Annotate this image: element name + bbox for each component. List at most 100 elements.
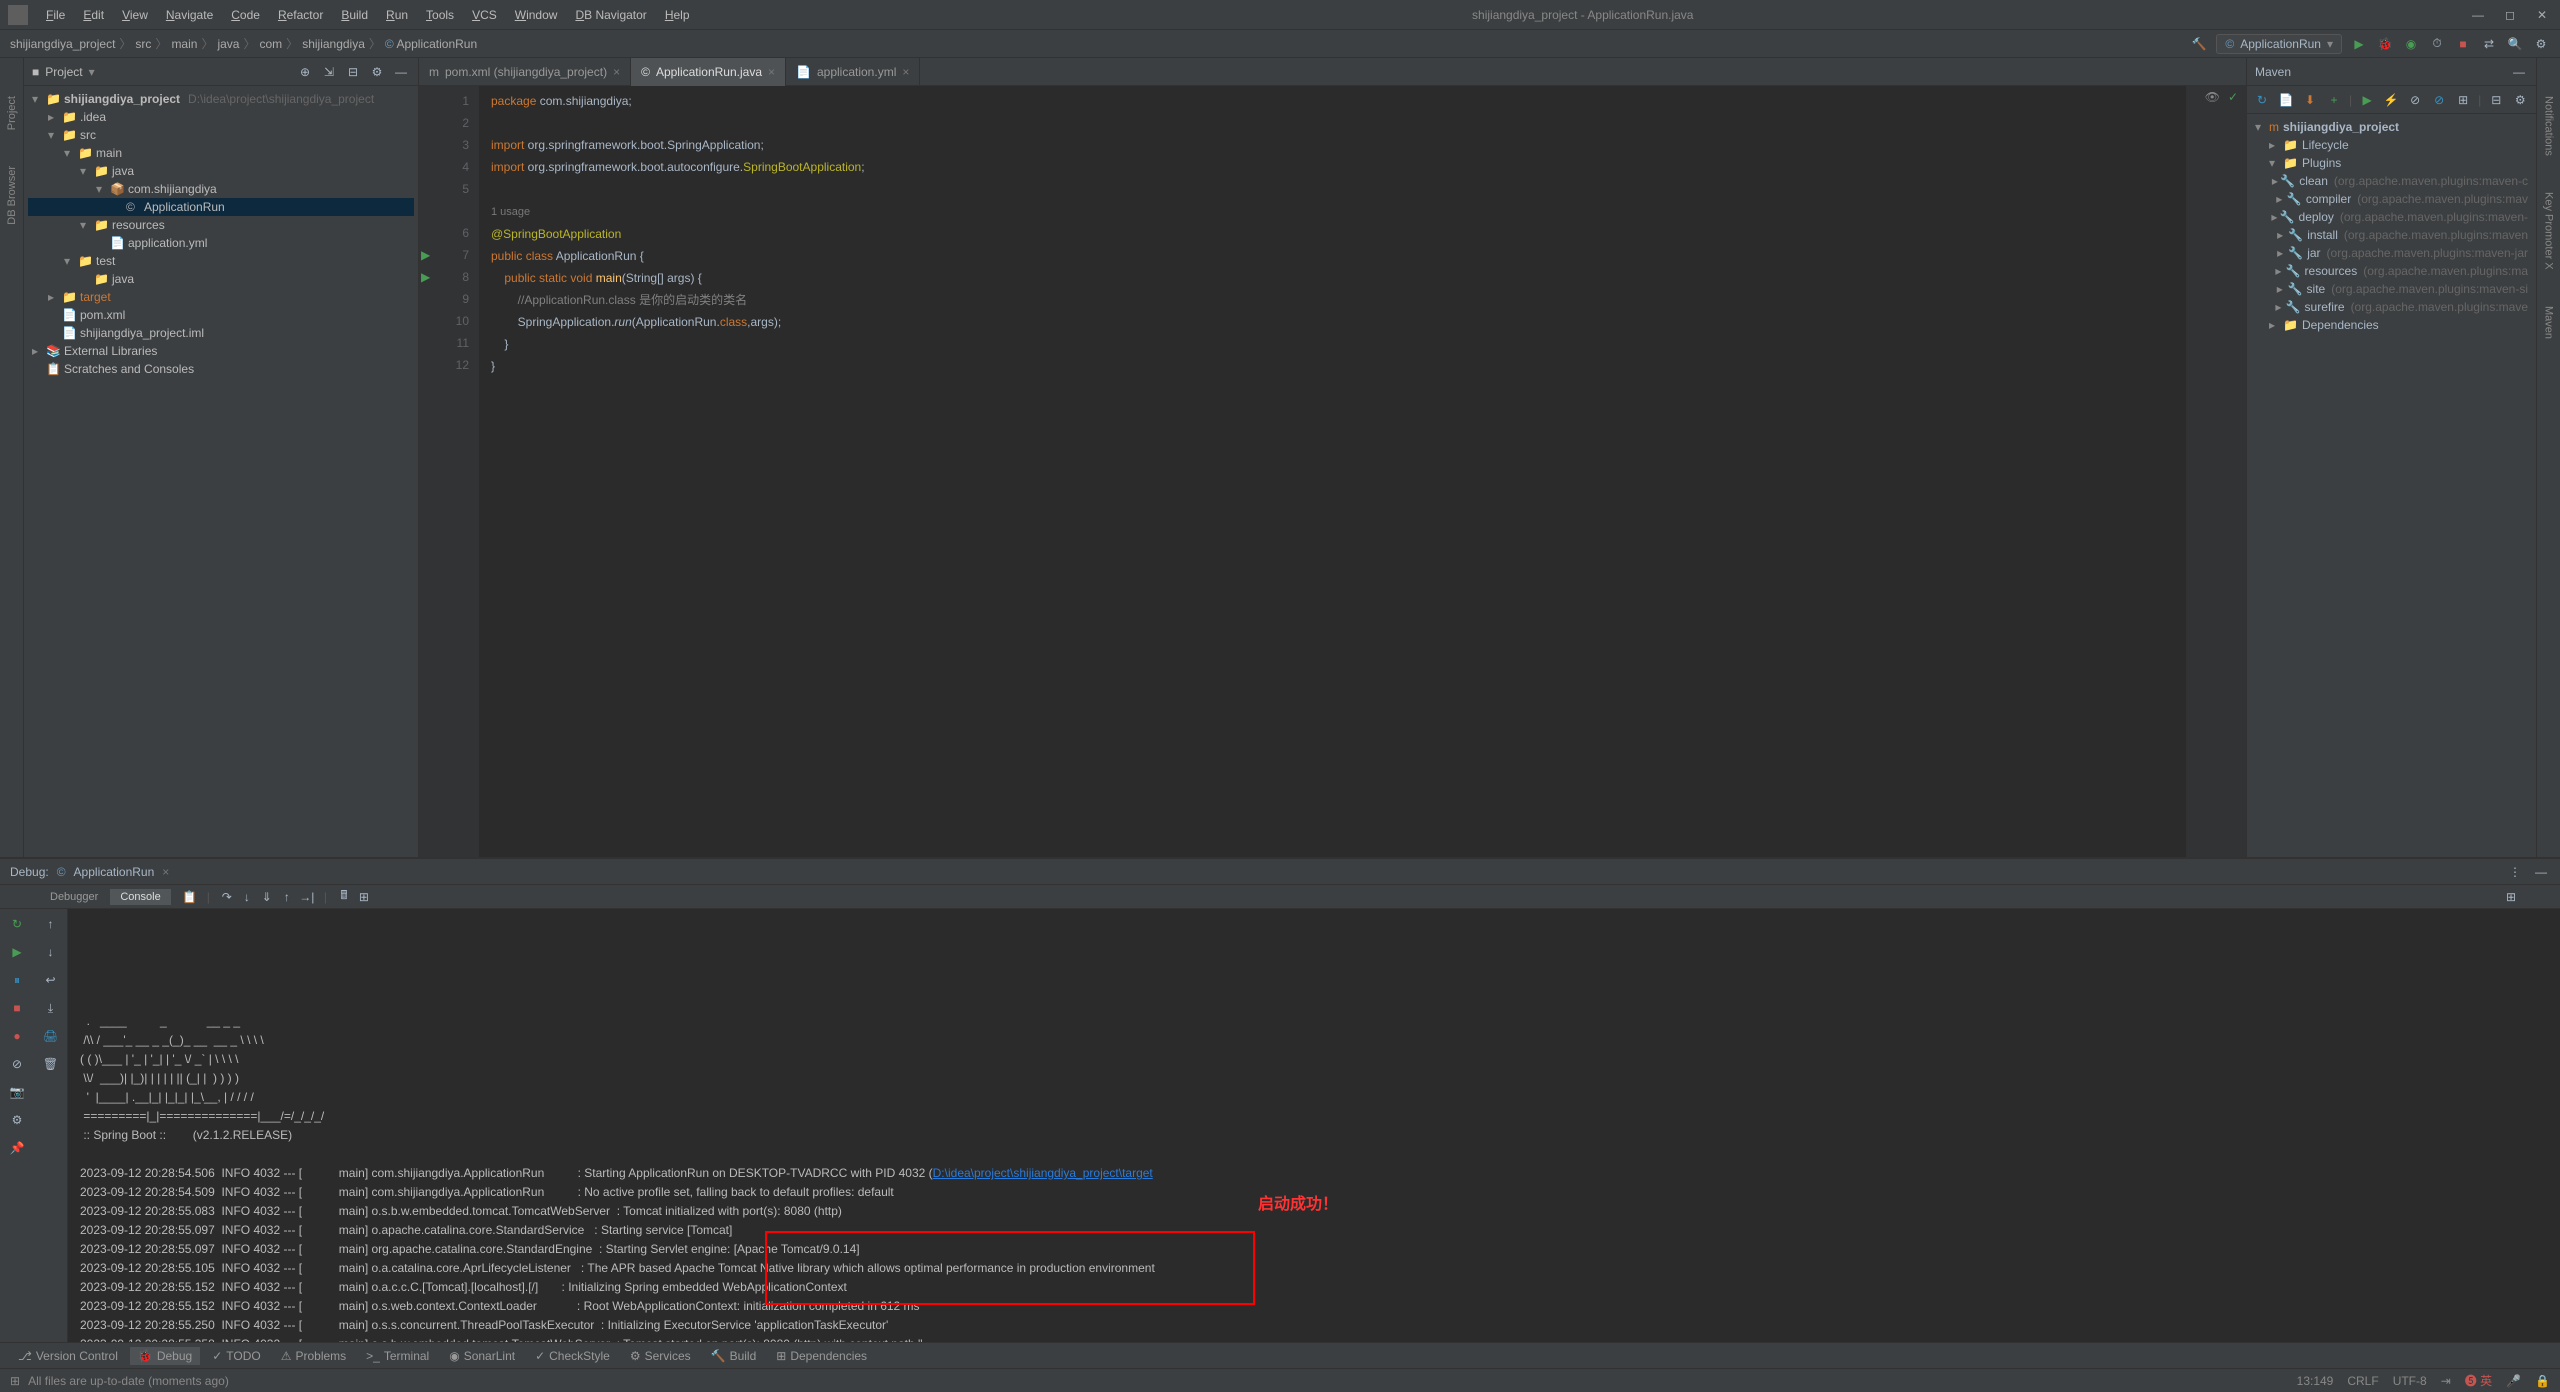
menu-build[interactable]: Build xyxy=(333,4,376,26)
tree-node--idea[interactable]: ▸📁.idea xyxy=(28,108,414,126)
layout-icon[interactable]: ⊞ xyxy=(2502,888,2520,906)
status-icon[interactable]: ⊞ xyxy=(10,1374,20,1388)
bottom-tab-terminal[interactable]: >_Terminal xyxy=(358,1347,437,1365)
menu-icon[interactable]: ⋮ xyxy=(2506,863,2524,881)
bottom-tab-todo[interactable]: ✓TODO xyxy=(204,1347,269,1365)
tree-node-java[interactable]: ▾📁java xyxy=(28,162,414,180)
debug-icon[interactable]: 🐞 xyxy=(2376,35,2394,53)
maven-node-jar[interactable]: ▸🔧jar(org.apache.maven.plugins:maven-jar xyxy=(2251,244,2532,262)
editor-body[interactable]: 123456▶7▶89101112 package com.shijiangdi… xyxy=(419,86,2246,857)
run-icon[interactable]: ▶ xyxy=(2350,35,2368,53)
inspections-icon[interactable]: ✓ xyxy=(2228,90,2238,104)
tree-node-shijiangdiya_project-iml[interactable]: 📄shijiangdiya_project.iml xyxy=(28,324,414,342)
mute-bp-icon[interactable]: ⊘ xyxy=(8,1055,26,1073)
run-config-selector[interactable]: © ApplicationRun ▾ xyxy=(2216,34,2342,54)
maven-node-shijiangdiya_project[interactable]: ▾mshijiangdiya_project xyxy=(2251,118,2532,136)
step-over-icon[interactable]: ↷ xyxy=(218,888,236,906)
menu-window[interactable]: Window xyxy=(507,4,566,26)
down-icon[interactable]: ↓ xyxy=(42,943,60,961)
execute-icon[interactable]: ⚡ xyxy=(2382,91,2400,109)
generate-icon[interactable]: 📄 xyxy=(2277,91,2295,109)
bottom-tab-problems[interactable]: ⚠Problems xyxy=(273,1347,354,1365)
stop-icon[interactable]: ■ xyxy=(8,999,26,1017)
maven-node-site[interactable]: ▸🔧site(org.apache.maven.plugins:maven-si xyxy=(2251,280,2532,298)
camera-icon[interactable]: 📷 xyxy=(8,1083,26,1101)
indent-info[interactable]: ⇥ xyxy=(2441,1374,2451,1388)
ime-indicator[interactable]: ❺ 英 xyxy=(2465,1372,2492,1389)
scroll-end-icon[interactable]: ⤓ xyxy=(42,999,60,1017)
maven-node-resources[interactable]: ▸🔧resources(org.apache.maven.plugins:ma xyxy=(2251,262,2532,280)
menu-view[interactable]: View xyxy=(114,4,156,26)
close-button[interactable]: ✕ xyxy=(2532,5,2552,25)
tree-node-applicationrun[interactable]: ©ApplicationRun xyxy=(28,198,414,216)
evaluate-icon[interactable]: 🖩 xyxy=(335,888,353,906)
soft-wrap-icon[interactable]: ↩ xyxy=(42,971,60,989)
encoding[interactable]: UTF-8 xyxy=(2393,1374,2427,1388)
tree-node-application-yml[interactable]: 📄application.yml xyxy=(28,234,414,252)
tree-node-main[interactable]: ▾📁main xyxy=(28,144,414,162)
thread-dump-icon[interactable]: 📋 xyxy=(181,888,199,906)
breadcrumbs[interactable]: shijiangdiya_project〉src〉main〉java〉com〉s… xyxy=(10,35,477,52)
console-output[interactable]: 启动成功！ . ____ _ __ _ _ /\\ / ___'_ __ _ _… xyxy=(68,909,2560,1342)
collapse-all-icon[interactable]: ⊟ xyxy=(2487,91,2505,109)
stop-icon[interactable]: ■ xyxy=(2454,35,2472,53)
editor-tab-application-yml[interactable]: 📄application.yml× xyxy=(786,58,920,86)
tree-node-com-shijiangdiya[interactable]: ▾📦com.shijiangdiya xyxy=(28,180,414,198)
hide-icon[interactable]: — xyxy=(2532,863,2550,881)
reload-icon[interactable]: ↻ xyxy=(2253,91,2271,109)
search-icon[interactable]: 🔍 xyxy=(2506,35,2524,53)
tree-node-resources[interactable]: ▾📁resources xyxy=(28,216,414,234)
code-area[interactable]: package com.shijiangdiya; import org.spr… xyxy=(479,86,2186,857)
pin-icon[interactable]: 📌 xyxy=(8,1139,26,1157)
rerun-icon[interactable]: ↻ xyxy=(8,915,26,933)
maven-node-deploy[interactable]: ▸🔧deploy(org.apache.maven.plugins:maven- xyxy=(2251,208,2532,226)
menu-navigate[interactable]: Navigate xyxy=(158,4,221,26)
show-deps-icon[interactable]: ⊞ xyxy=(2454,91,2472,109)
reader-mode-icon[interactable]: 👁 xyxy=(2205,90,2220,104)
maven-node-plugins[interactable]: ▾📁Plugins xyxy=(2251,154,2532,172)
maven-node-clean[interactable]: ▸🔧clean(org.apache.maven.plugins:maven-c xyxy=(2251,172,2532,190)
add-icon[interactable]: + xyxy=(2325,91,2343,109)
menu-db-navigator[interactable]: DB Navigator xyxy=(567,4,654,26)
bottom-tab-checkstyle[interactable]: ✓CheckStyle xyxy=(527,1347,618,1365)
menu-tools[interactable]: Tools xyxy=(418,4,462,26)
step-out-icon[interactable]: ↑ xyxy=(278,888,296,906)
coverage-icon[interactable]: ◉ xyxy=(2402,35,2420,53)
download-icon[interactable]: ⬇ xyxy=(2301,91,2319,109)
toggle-offline-icon[interactable]: ⊘ xyxy=(2406,91,2424,109)
bottom-tab-debug[interactable]: 🐞Debug xyxy=(130,1347,200,1365)
hide-icon[interactable]: — xyxy=(2510,63,2528,81)
editor-tab-pom-xml-shijiangdiya-project-[interactable]: mpom.xml (shijiangdiya_project)× xyxy=(419,58,631,86)
bottom-tab-sonarlint[interactable]: ◉SonarLint xyxy=(441,1347,523,1365)
bottom-tab-dependencies[interactable]: ⊞Dependencies xyxy=(768,1347,875,1365)
menu-vcs[interactable]: VCS xyxy=(464,4,505,26)
run-maven-icon[interactable]: ▶ xyxy=(2358,91,2376,109)
minimize-button[interactable]: — xyxy=(2468,5,2488,25)
build-icon[interactable]: 🔨 xyxy=(2190,35,2208,53)
maven-node-compiler[interactable]: ▸🔧compiler(org.apache.maven.plugins:mav xyxy=(2251,190,2532,208)
maven-node-install[interactable]: ▸🔧install(org.apache.maven.plugins:maven xyxy=(2251,226,2532,244)
profile-icon[interactable]: ⏱ xyxy=(2428,35,2446,53)
bottom-tab-version-control[interactable]: ⎇Version Control xyxy=(10,1347,126,1365)
sidebar-tab-project[interactable]: Project xyxy=(4,88,20,138)
gutter[interactable]: 123456▶7▶89101112 xyxy=(419,86,479,857)
settings-icon[interactable]: ⚙ xyxy=(2532,35,2550,53)
ime-icon[interactable]: 🎤 xyxy=(2506,1374,2521,1388)
menu-edit[interactable]: Edit xyxy=(75,4,112,26)
breadcrumb-shijiangdiya_project[interactable]: shijiangdiya_project xyxy=(10,37,115,51)
breadcrumb-java[interactable]: java xyxy=(217,37,239,51)
project-tree[interactable]: ▾📁shijiangdiya_projectD:\idea\project\sh… xyxy=(24,86,418,382)
close-tab-icon[interactable]: × xyxy=(613,65,620,79)
maven-node-surefire[interactable]: ▸🔧surefire(org.apache.maven.plugins:mave xyxy=(2251,298,2532,316)
maven-node-dependencies[interactable]: ▸📁Dependencies xyxy=(2251,316,2532,334)
breakpoints-icon[interactable]: ● xyxy=(8,1027,26,1045)
print-icon[interactable]: 🖨 xyxy=(42,1027,60,1045)
run-to-cursor-icon[interactable]: →| xyxy=(298,888,316,906)
maximize-button[interactable]: ◻ xyxy=(2500,5,2520,25)
bottom-tab-services[interactable]: ⚙Services xyxy=(622,1347,699,1365)
project-panel-title[interactable]: ■Project▾ xyxy=(32,65,95,79)
breadcrumb-src[interactable]: src xyxy=(135,37,151,51)
settings-icon[interactable]: ⚙ xyxy=(368,63,386,81)
collapse-icon[interactable]: ⊟ xyxy=(344,63,362,81)
sidebar-tab-maven[interactable]: Maven xyxy=(2541,298,2557,347)
